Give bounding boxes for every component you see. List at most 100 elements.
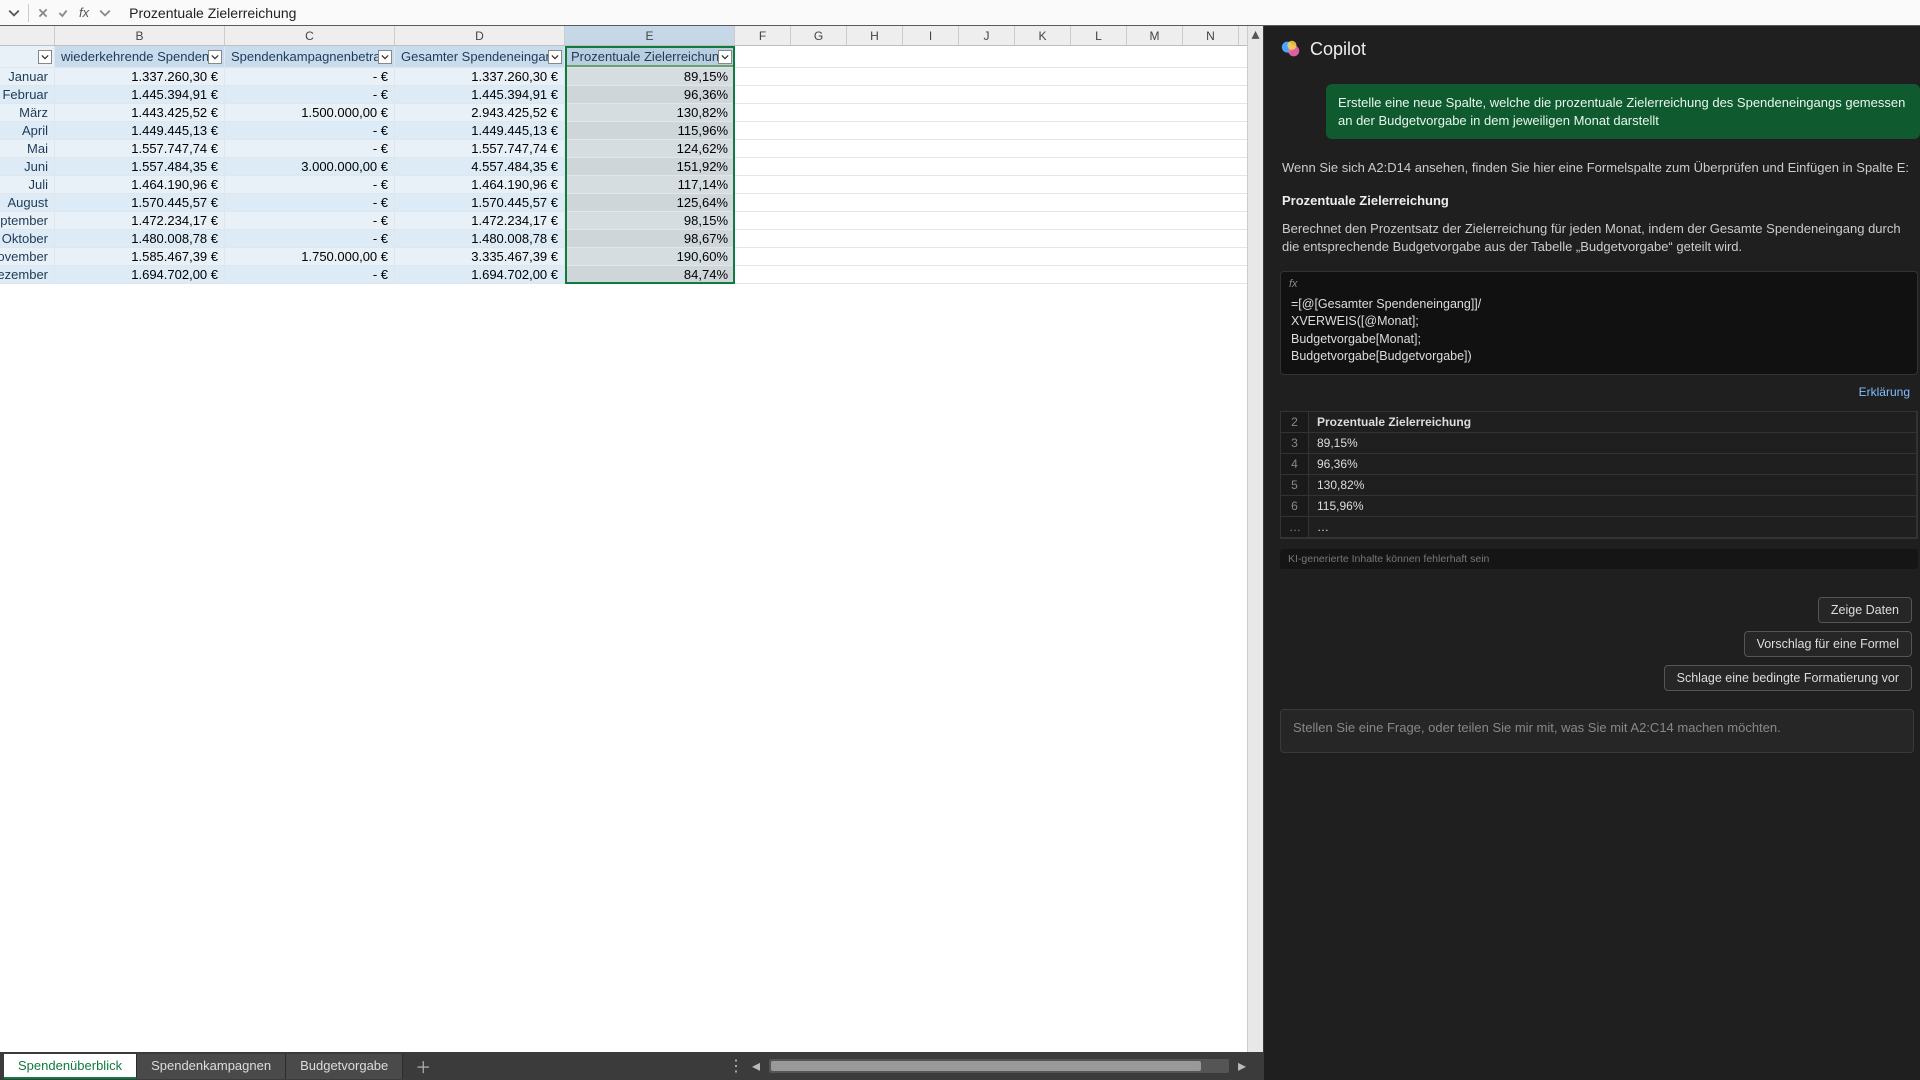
sheet-tab-1[interactable]: Spendenkampagnen: [137, 1054, 286, 1079]
cell-e: 151,92%: [565, 158, 735, 175]
copilot-formula-text[interactable]: =[@[Gesamter Spendeneingang]]/ XVERWEIS(…: [1291, 280, 1907, 366]
cell-d: 1.557.747,74 €: [395, 140, 565, 157]
sheet-tab-2[interactable]: Budgetvorgabe: [286, 1054, 403, 1079]
preview-row-value: 96,36%: [1309, 454, 1917, 475]
cell-d: 1.449.445,13 €: [395, 122, 565, 139]
preview-row-value: 89,15%: [1309, 433, 1917, 454]
column-header-E[interactable]: E: [565, 26, 735, 45]
cell-d: 1.472.234,17 €: [395, 212, 565, 229]
cancel-formula-icon[interactable]: [35, 5, 51, 21]
copilot-suggestion-chip-2[interactable]: Schlage eine bedingte Formatierung vor: [1664, 665, 1912, 691]
column-header-C[interactable]: C: [225, 26, 395, 45]
cell-c: - €: [225, 68, 395, 85]
filter-dropdown-icon[interactable]: [548, 50, 562, 64]
preview-row-value: Prozentuale Zielerreichung: [1309, 412, 1917, 433]
filter-dropdown-icon[interactable]: [38, 50, 52, 64]
cell-b: 1.445.394,91 €: [55, 86, 225, 103]
column-header-F[interactable]: F: [735, 26, 791, 45]
sheet-tabs-bar: SpendenüberblickSpendenkampagnenBudgetvo…: [0, 1052, 1263, 1080]
copilot-preview-table: 2Prozentuale Zielerreichung389,15%496,36…: [1280, 411, 1918, 539]
cell-c: 1.750.000,00 €: [225, 248, 395, 265]
column-header-D[interactable]: D: [395, 26, 565, 45]
spreadsheet-grid[interactable]: wiederkehrende SpendenSpendenkampagnenbe…: [0, 46, 1263, 1080]
month-cell: Oktober: [0, 230, 55, 247]
month-cell: Juli: [0, 176, 55, 193]
cell-b: 1.472.234,17 €: [55, 212, 225, 229]
fx-dropdown-icon[interactable]: [97, 5, 113, 21]
month-header[interactable]: [0, 46, 55, 67]
month-cell: Juni: [0, 158, 55, 175]
cell-e: 115,96%: [565, 122, 735, 139]
cell-c: - €: [225, 230, 395, 247]
scroll-up-icon[interactable]: ▴: [1248, 26, 1263, 42]
preview-row-index: …: [1281, 517, 1309, 538]
column-header-G[interactable]: G: [791, 26, 847, 45]
copilot-intro-text: Wenn Sie sich A2:D14 ansehen, finden Sie…: [1282, 159, 1916, 177]
cell-c: - €: [225, 176, 395, 193]
column-header-J[interactable]: J: [959, 26, 1015, 45]
cell-b: 1.443.425,52 €: [55, 104, 225, 121]
cell-c: - €: [225, 194, 395, 211]
sheet-tab-0[interactable]: Spendenüberblick: [4, 1054, 137, 1079]
copilot-user-message: Erstelle eine neue Spalte, welche die pr…: [1326, 84, 1920, 139]
cell-b: 1.337.260,30 €: [55, 68, 225, 85]
vertical-scrollbar[interactable]: ▴ ▾: [1247, 26, 1263, 1080]
preview-row-index: 6: [1281, 496, 1309, 517]
filter-dropdown-icon[interactable]: [378, 50, 392, 64]
cell-c: 1.500.000,00 €: [225, 104, 395, 121]
cell-d: 3.335.467,39 €: [395, 248, 565, 265]
table-header-C[interactable]: Spendenkampagnenbetrag: [225, 46, 395, 67]
name-box-dropdown-icon[interactable]: [6, 5, 22, 21]
preview-row-index: 3: [1281, 433, 1309, 454]
fx-label[interactable]: fx: [75, 5, 93, 20]
column-header-M[interactable]: M: [1127, 26, 1183, 45]
cell-d: 1.464.190,96 €: [395, 176, 565, 193]
filter-dropdown-icon[interactable]: [208, 50, 222, 64]
column-header-L[interactable]: L: [1071, 26, 1127, 45]
column-header-I[interactable]: I: [903, 26, 959, 45]
copilot-logo-icon: [1280, 38, 1302, 60]
column-header-N[interactable]: N: [1183, 26, 1239, 45]
copilot-suggestion-chip-1[interactable]: Vorschlag für eine Formel: [1744, 631, 1912, 657]
cell-e: 98,67%: [565, 230, 735, 247]
cell-e: 96,36%: [565, 86, 735, 103]
column-header-K[interactable]: K: [1015, 26, 1071, 45]
filter-dropdown-icon[interactable]: [718, 50, 732, 64]
tab-options-icon[interactable]: ⋮: [729, 1059, 743, 1073]
column-header-B[interactable]: B: [55, 26, 225, 45]
hscroll-right-icon[interactable]: ▸: [1235, 1059, 1249, 1073]
copilot-input[interactable]: Stellen Sie eine Frage, oder teilen Sie …: [1280, 709, 1914, 753]
column-header-H[interactable]: H: [847, 26, 903, 45]
cell-e: 190,60%: [565, 248, 735, 265]
accept-formula-icon[interactable]: [55, 5, 71, 21]
month-cell: Mai: [0, 140, 55, 157]
cell-b: 1.480.008,78 €: [55, 230, 225, 247]
table-header-B[interactable]: wiederkehrende Spenden: [55, 46, 225, 67]
formula-input[interactable]: Prozentuale Zielerreichung: [119, 5, 1920, 21]
cell-d: 1.694.702,00 €: [395, 266, 565, 283]
cell-e: 125,64%: [565, 194, 735, 211]
copilot-explain-link[interactable]: Erklärung: [1278, 383, 1920, 405]
cell-e: 89,15%: [565, 68, 735, 85]
month-cell: November: [0, 248, 55, 265]
cell-d: 4.557.484,35 €: [395, 158, 565, 175]
cell-b: 1.557.747,74 €: [55, 140, 225, 157]
copilot-suggestion-chip-0[interactable]: Zeige Daten: [1818, 597, 1912, 623]
cell-e: 130,82%: [565, 104, 735, 121]
formula-fx-label: fx: [1289, 278, 1298, 290]
preview-row-value: 115,96%: [1309, 496, 1917, 517]
cell-b: 1.570.445,57 €: [55, 194, 225, 211]
cell-d: 1.480.008,78 €: [395, 230, 565, 247]
hscroll-left-icon[interactable]: ◂: [749, 1059, 763, 1073]
preview-row-index: 2: [1281, 412, 1309, 433]
table-header-D[interactable]: Gesamter Spendeneingang: [395, 46, 565, 67]
table-header-E[interactable]: Prozentuale Zielerreichung: [565, 46, 735, 67]
copilot-formula-block: fx =[@[Gesamter Spendeneingang]]/ XVERWE…: [1280, 271, 1918, 375]
month-cell: August: [0, 194, 55, 211]
cell-d: 1.445.394,91 €: [395, 86, 565, 103]
cell-b: 1.557.484,35 €: [55, 158, 225, 175]
horizontal-scrollbar[interactable]: [769, 1059, 1229, 1073]
copilot-panel: Copilot Erstelle eine neue Spalte, welch…: [1264, 26, 1920, 1080]
month-cell: April: [0, 122, 55, 139]
add-sheet-button[interactable]: ＋: [411, 1054, 435, 1078]
